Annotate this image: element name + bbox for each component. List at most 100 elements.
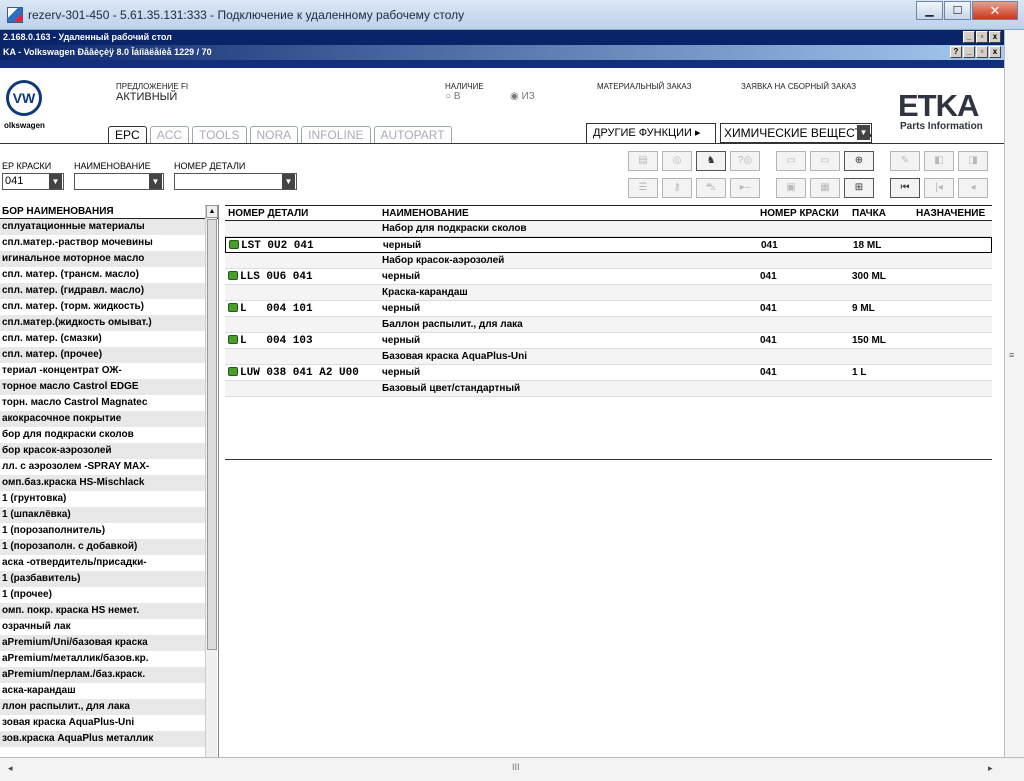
parts-icon[interactable]: ▣ <box>776 178 806 198</box>
col-part-number[interactable]: НОМЕР ДЕТАЛИ <box>228 208 308 219</box>
etka-close-button[interactable]: x <box>989 46 1001 58</box>
window-right-scrollbar[interactable]: ≡ <box>1004 30 1024 757</box>
left-list-item[interactable]: сплуатационные материалы <box>0 219 205 235</box>
material-order-link[interactable]: МАТЕРИАЛЬНЫЙ ЗАКАЗ <box>597 82 691 91</box>
minimize-button[interactable]: ▁ <box>916 1 943 20</box>
left-scroll-thumb[interactable] <box>207 219 217 650</box>
left-list-item[interactable]: лл. с аэрозолем -SPRAY MAX- <box>0 459 205 475</box>
table-group-row[interactable]: Базовый цвет/стандартный <box>225 381 992 397</box>
left-list-item[interactable]: ллон распылит., для лака <box>0 699 205 715</box>
left-list-item[interactable]: териал -концентрат ОЖ- <box>0 363 205 379</box>
left-list-item[interactable]: аска-карандаш <box>0 683 205 699</box>
color-number-select[interactable]: 041 ▼ <box>2 173 64 190</box>
name-select[interactable]: ▼ <box>74 173 164 190</box>
scroll-right-icon[interactable]: ▸ <box>988 763 993 774</box>
left-list-item[interactable]: омп.баз.краска HS-Mischlack <box>0 475 205 491</box>
left-list-item[interactable]: омп. покр. краска HS немет. <box>0 603 205 619</box>
left-list-item[interactable]: 1 (порозаполнитель) <box>0 523 205 539</box>
chemicals-select[interactable]: ХИМИЧЕСКИЕ ВЕЩЕСТВА ▼ <box>720 123 872 143</box>
scroll-grip-icon[interactable]: ≡ <box>1009 350 1014 360</box>
maximize-button[interactable]: ☐ <box>944 1 971 20</box>
left-list-item[interactable]: спл. матер. (торм. жидкость) <box>0 299 205 315</box>
rdp-minimize-button[interactable]: _ <box>963 31 975 43</box>
table-row[interactable]: L 004 101 черный 041 9 ML <box>225 301 992 317</box>
table-group-row[interactable]: Краска-карандаш <box>225 285 992 301</box>
left-list-item[interactable]: спл. матер. (трансм. масло) <box>0 267 205 283</box>
left-list-item[interactable]: 1 (разбавитель) <box>0 571 205 587</box>
play-minus-icon[interactable]: ▸– <box>730 178 760 198</box>
stock-in-radio[interactable]: ○ В <box>445 91 461 102</box>
chevron-down-icon[interactable]: ▼ <box>49 174 62 189</box>
left-list-item[interactable]: торн. масло Castrol Magnatec <box>0 395 205 411</box>
part-number-select[interactable]: ▼ <box>174 173 297 190</box>
close-button[interactable]: ✕ <box>972 1 1018 20</box>
left-list-item[interactable]: aPremium/перлам./баз.краск. <box>0 667 205 683</box>
key-icon[interactable]: ⚷ <box>662 178 692 198</box>
left-list-item[interactable]: спл.матер.(жидкость омыват.) <box>0 315 205 331</box>
left-list-item[interactable]: озрачный лак <box>0 619 205 635</box>
left-list-item[interactable]: спл. матер. (прочее) <box>0 347 205 363</box>
horizontal-scrollbar[interactable]: ◂ III ▸ <box>0 757 1024 781</box>
left-list-item[interactable]: aPremium/Uni/базовая краска <box>0 635 205 651</box>
elsa-icon[interactable]: ▭ <box>776 151 806 171</box>
tab-tools[interactable]: TOOLS <box>192 126 247 143</box>
rdp-close-button[interactable]: x <box>989 31 1001 43</box>
chevron-down-icon[interactable]: ▼ <box>149 174 162 189</box>
car-icon[interactable]: ⛍ <box>696 178 726 198</box>
print-icon[interactable]: ▤ <box>628 151 658 171</box>
col-pack[interactable]: ПАЧКА <box>852 208 886 219</box>
cart-add-icon[interactable]: ⊕ <box>844 151 874 171</box>
tab-nora[interactable]: NORA <box>249 126 299 143</box>
back-icon[interactable]: ◂ <box>958 178 988 198</box>
left-list-item[interactable]: зовая краска AquaPlus-Uni <box>0 715 205 731</box>
pin-icon[interactable]: ✎ <box>890 151 920 171</box>
col-name[interactable]: НАИМЕНОВАНИЕ <box>382 208 469 219</box>
left-list-item[interactable]: акокрасочное покрытие <box>0 411 205 427</box>
sync-icon[interactable]: ?◎ <box>730 151 760 171</box>
left-list-item[interactable]: 1 (прочее) <box>0 587 205 603</box>
table-group-row[interactable]: Баллон распылит., для лака <box>225 317 992 333</box>
left-list-item[interactable]: аска -отвердитель/присадки- <box>0 555 205 571</box>
left-list-item[interactable]: 1 (шпаклёвка) <box>0 507 205 523</box>
stock-out-radio[interactable]: ◉ ИЗ <box>510 91 535 102</box>
etka-minimize-button[interactable]: _ <box>963 46 975 58</box>
tab-epc[interactable]: EPC <box>108 126 147 143</box>
table-row[interactable]: LUW 038 041 A2 U00 черный 041 1 L <box>225 365 992 381</box>
left-list-item[interactable]: бор красок-аэрозолей <box>0 443 205 459</box>
left-list-item[interactable]: 1 (порозаполн. с добавкой) <box>0 539 205 555</box>
left-list-item[interactable]: бор для подкраски сколов <box>0 427 205 443</box>
etka-restore-button[interactable]: ▫ <box>976 46 988 58</box>
tab-acc[interactable]: ACC <box>149 126 190 143</box>
parts-add-icon[interactable]: ▦ <box>810 178 840 198</box>
chevron-down-icon[interactable]: ▼ <box>282 174 295 189</box>
tab-autopart[interactable]: AUTOPART <box>373 126 452 143</box>
help-button[interactable]: ? <box>950 46 962 58</box>
doc-prev-icon[interactable]: ◧ <box>924 151 954 171</box>
left-scrollbar[interactable]: ▲ <box>205 205 218 757</box>
left-list-item[interactable]: 1 (грунтовка) <box>0 491 205 507</box>
left-list-item[interactable]: спл. матер. (смазки) <box>0 331 205 347</box>
left-list-item[interactable]: торное масло Castrol EDGE <box>0 379 205 395</box>
cart-icon[interactable]: ⊞ <box>844 178 874 198</box>
table-group-row[interactable]: Набор красок-аэрозолей <box>225 253 992 269</box>
left-list-item[interactable]: зов.краска AquaPlus металлик <box>0 731 205 747</box>
globe-icon[interactable]: ◎ <box>662 151 692 171</box>
table-row[interactable]: L 004 103 черный 041 150 ML <box>225 333 992 349</box>
prev-page-icon[interactable]: |◂ <box>924 178 954 198</box>
left-list-item[interactable]: aPremium/металлик/базов.кр. <box>0 651 205 667</box>
assembly-order-link[interactable]: ЗАЯВКА НА СБОРНЫЙ ЗАКАЗ <box>741 82 856 91</box>
col-purpose[interactable]: НАЗНАЧЕНИЕ <box>916 208 985 219</box>
rdp-restore-button[interactable]: ▫ <box>976 31 988 43</box>
doc-next-icon[interactable]: ◨ <box>958 151 988 171</box>
scroll-grip-icon[interactable]: III <box>512 762 520 772</box>
table-group-row[interactable]: Базовая краска AquaPlus-Uni <box>225 349 992 365</box>
table-group-row[interactable]: Набор для подкраски сколов <box>225 221 992 237</box>
left-list-item[interactable]: игинальное моторное масло <box>0 251 205 267</box>
table-row[interactable]: LST 0U2 041 черный 041 18 ML <box>225 237 992 253</box>
col-color-number[interactable]: НОМЕР КРАСКИ <box>760 208 839 219</box>
list-icon[interactable]: ☰ <box>628 178 658 198</box>
left-list-item[interactable]: спл.матер.-раствор мочевины <box>0 235 205 251</box>
chevron-down-icon[interactable]: ▼ <box>857 125 870 140</box>
horse-icon[interactable]: ♞ <box>696 151 726 171</box>
other-functions-button[interactable]: ДРУГИЕ ФУНКЦИИ ▸ <box>586 123 716 143</box>
